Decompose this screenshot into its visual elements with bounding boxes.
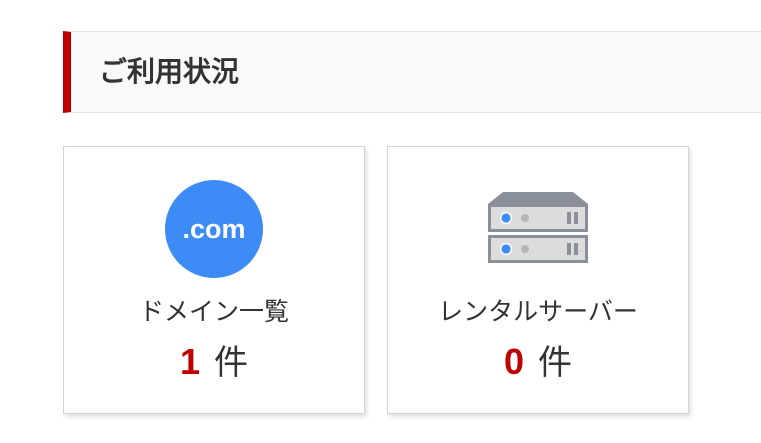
domain-list-label: ドメイン一覧 bbox=[138, 297, 289, 326]
server-count-unit: 件 bbox=[538, 343, 573, 383]
server-icon-wrap bbox=[388, 180, 688, 278]
rental-server-card[interactable]: レンタルサーバー 0件 bbox=[387, 146, 689, 414]
rental-server-label: レンタルサーバー bbox=[438, 297, 638, 326]
domain-list-card[interactable]: .com ドメイン一覧 1件 bbox=[63, 146, 365, 414]
section-title: ご利用状況 bbox=[99, 55, 240, 88]
dotcom-icon: .com bbox=[165, 180, 263, 278]
server-icon bbox=[488, 192, 588, 263]
server-count-row: 0件 bbox=[388, 335, 688, 384]
domain-count: 1 bbox=[179, 341, 201, 382]
domain-count-unit: 件 bbox=[214, 343, 249, 383]
dotcom-icon-wrap: .com bbox=[64, 180, 364, 278]
dotcom-icon-text: .com bbox=[182, 213, 246, 244]
domain-count-row: 1件 bbox=[64, 335, 364, 384]
section-header: ご利用状況 bbox=[63, 31, 761, 113]
server-count: 0 bbox=[503, 341, 525, 382]
